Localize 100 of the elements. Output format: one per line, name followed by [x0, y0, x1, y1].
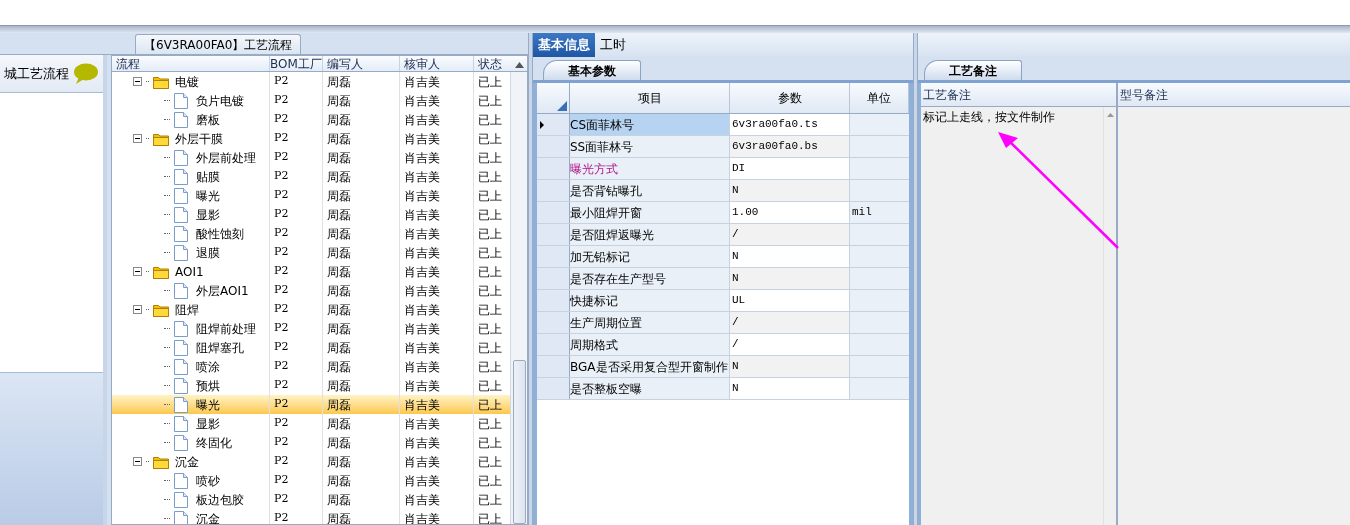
table-cell-text: 肖吉美	[404, 149, 440, 167]
table-cell-text: 已上	[478, 434, 502, 452]
grid-row[interactable]: 快捷标记 UL	[537, 290, 909, 312]
grid-row[interactable]: 加无铅标记 N	[537, 246, 909, 268]
tree-toggle[interactable]	[133, 134, 142, 143]
table-cell: P2	[274, 377, 289, 394]
column-header[interactable]: 参数	[777, 89, 802, 107]
tree-label: AOI1	[175, 263, 204, 281]
table-cell-text: 周磊	[327, 453, 351, 471]
table-cell-text: 已上	[478, 301, 502, 319]
speech-bubble-icon	[73, 62, 99, 85]
table-cell-text: N	[732, 183, 739, 199]
document-icon	[174, 491, 188, 508]
column-header[interactable]: 状态	[478, 54, 502, 73]
table-cell-text: 肖吉美	[404, 244, 440, 262]
table-cell-text: 周磊	[327, 263, 351, 281]
grid-row[interactable]: SS面菲林号 6v3ra00fa0.bs	[537, 136, 909, 158]
table-cell-text: 肖吉美	[404, 434, 440, 452]
grid-row[interactable]: BGA是否采用复合型开窗制作 N	[537, 356, 909, 378]
grid-row[interactable]: 是否存在生产型号 N	[537, 268, 909, 290]
grid-row[interactable]: 生产周期位置 /	[537, 312, 909, 334]
document-icon	[174, 225, 188, 242]
table-cell-text: 已上	[478, 225, 502, 243]
row-header[interactable]	[537, 334, 570, 355]
table-cell-text: 肖吉美	[404, 339, 440, 357]
row-header[interactable]	[537, 202, 570, 223]
current-row-icon	[540, 120, 544, 129]
table-cell: P2	[274, 320, 289, 337]
table-cell-text: 已上	[478, 510, 502, 524]
table-cell-text: 肖吉美	[404, 73, 440, 91]
select-all-icon[interactable]	[557, 101, 567, 111]
tree-label: 显影	[196, 206, 220, 224]
table-cell-text: 周磊	[327, 282, 351, 300]
table-cell-text: 是否存在生产型号	[570, 270, 666, 288]
table-cell-text: 已上	[478, 320, 502, 338]
document-icon	[174, 244, 188, 261]
table-cell-text: UL	[732, 293, 746, 309]
flow-tab[interactable]: 【6V3RA00FA0】工艺流程	[135, 34, 302, 54]
row-header[interactable]	[537, 378, 570, 399]
grid-row[interactable]: 周期格式 /	[537, 334, 909, 356]
grid-row[interactable]: 是否阻焊返曝光 /	[537, 224, 909, 246]
folder-icon	[153, 131, 169, 146]
document-icon	[174, 396, 188, 413]
column-header[interactable]: 项目	[637, 89, 662, 107]
grid-row[interactable]: CS面菲林号 6v3ra00fa0.ts	[537, 114, 909, 136]
note-field[interactable]: 标记上走线，按文件制作	[921, 107, 1103, 525]
table-cell: P2	[274, 149, 289, 166]
table-cell-text: 肖吉美	[404, 187, 440, 205]
column-header[interactable]: 型号备注	[1120, 85, 1168, 104]
table-cell-text: 已上	[478, 358, 502, 376]
row-header[interactable]	[537, 356, 570, 377]
table-cell-text: 肖吉美	[404, 111, 440, 129]
column-header[interactable]: 单位	[867, 89, 891, 107]
table-cell-text: 已上	[478, 282, 502, 300]
row-header[interactable]	[537, 224, 570, 245]
grid-row[interactable]: 是否背钻曝孔 N	[537, 180, 909, 202]
row-header[interactable]	[537, 180, 570, 201]
tab[interactable]: 基本信息	[533, 33, 595, 57]
table-cell-text: 快捷标记	[570, 292, 618, 310]
tree-label: 曝光	[196, 396, 220, 414]
row-header[interactable]	[537, 136, 570, 157]
grid-row[interactable]: 最小阻焊开窗 1.00 mil	[537, 202, 909, 224]
tree-toggle[interactable]	[133, 305, 142, 314]
grid-row[interactable]: 曝光方式 DI	[537, 158, 909, 180]
table-cell-text: 已上	[478, 187, 502, 205]
document-icon	[174, 472, 188, 489]
row-header[interactable]	[537, 114, 570, 135]
splitter-bar[interactable]	[0, 25, 1350, 33]
column-header[interactable]: BOM工厂	[270, 54, 322, 73]
row-header[interactable]	[537, 290, 570, 311]
table-cell-text: 肖吉美	[404, 130, 440, 148]
row-header[interactable]	[537, 246, 570, 267]
table-cell-text: 周磊	[327, 111, 351, 129]
table-cell-text: 周磊	[327, 301, 351, 319]
row-header[interactable]	[537, 268, 570, 289]
table-cell-text: 周磊	[327, 358, 351, 376]
tree-row[interactable]: 曝光 P2 周磊 肖吉美 已上	[112, 395, 510, 414]
column-header[interactable]: 工艺备注	[923, 85, 971, 104]
notes-tab[interactable]: 工艺备注	[924, 60, 1022, 80]
row-header[interactable]	[537, 158, 570, 179]
grid-row[interactable]: 是否整板空曝 N	[537, 378, 909, 400]
table-cell-text: 肖吉美	[404, 472, 440, 490]
tree-toggle[interactable]	[133, 457, 142, 466]
table-cell-text: 曝光方式	[570, 160, 618, 178]
tree-toggle[interactable]	[133, 77, 142, 86]
tree-label: 沉金	[175, 453, 199, 471]
scroll-up-icon[interactable]	[514, 62, 524, 68]
document-icon	[174, 434, 188, 451]
table-cell-text: 肖吉美	[404, 206, 440, 224]
params-tab[interactable]: 基本参数	[543, 60, 641, 80]
table-cell: P2	[274, 510, 289, 524]
column-header[interactable]: 核审人	[404, 54, 440, 73]
tab[interactable]: 工时	[595, 33, 631, 57]
table-cell: P2	[274, 415, 289, 432]
table-cell-text: 已上	[478, 377, 502, 395]
column-header[interactable]: 编写人	[327, 54, 363, 73]
table-cell-text: DI	[732, 161, 746, 177]
row-header[interactable]	[537, 312, 570, 333]
column-header[interactable]: 流程	[116, 54, 140, 73]
tree-toggle[interactable]	[133, 267, 142, 276]
